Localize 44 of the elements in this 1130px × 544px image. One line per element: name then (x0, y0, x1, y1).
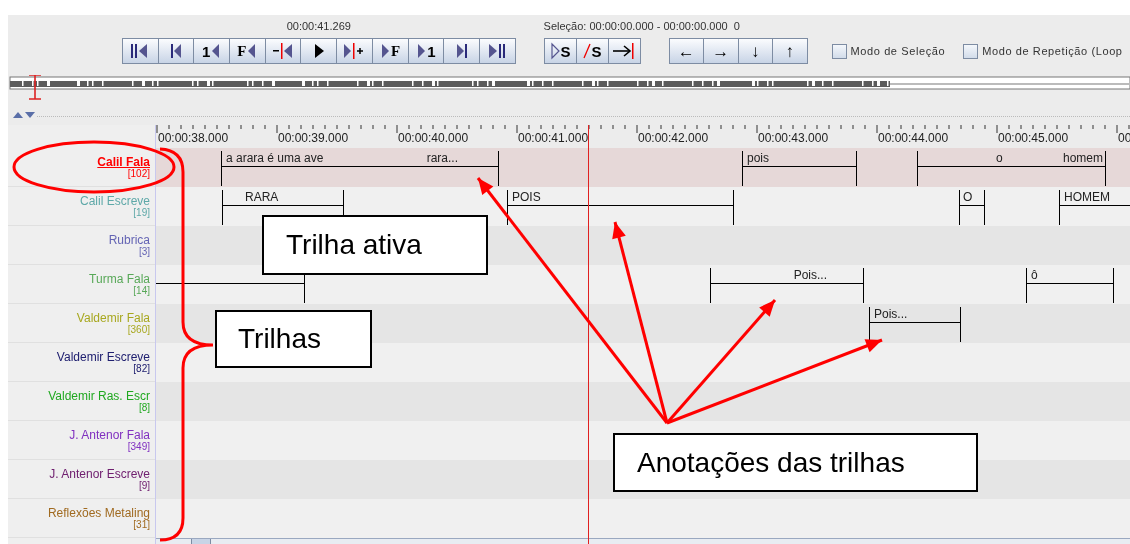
annotation-text: O (963, 190, 973, 204)
ruler-label: 00:00:45.000 (998, 131, 1069, 145)
annotation-count: [8] (138, 403, 150, 413)
annotation-count: [3] (138, 247, 150, 257)
annotation-text: POIS (512, 190, 541, 204)
button-label: F (391, 43, 401, 59)
ruler-label: 00:00:43.000 (758, 131, 829, 145)
annotation-text: rara... (426, 151, 458, 165)
annotation-count: [82] (133, 364, 150, 374)
annotation-text: RARA (245, 190, 279, 204)
ruler-label: 00:00:40.000 (398, 131, 469, 145)
annotation-text: ô (1031, 268, 1038, 282)
button-label: S (560, 43, 571, 59)
annotation-count: [14] (133, 286, 150, 296)
checkbox-label: Modo de Repetição (Loop (982, 43, 1123, 59)
annotation-text: a arara é uma ave (226, 151, 324, 165)
ruler-label: 00 (1118, 131, 1130, 145)
ruler-label: 00:00:44.000 (878, 131, 949, 145)
button-label: 1 (427, 43, 436, 59)
annotation-count: [360] (127, 325, 150, 335)
callout-tooltip: Trilha ativa (262, 215, 488, 275)
annotation-count: [102] (127, 169, 150, 179)
ruler-label: 00:00:42.000 (638, 131, 709, 145)
annotation-count: [9] (138, 481, 150, 491)
checkbox-label: Modo de Seleção (850, 43, 946, 59)
annotation-count: [349] (127, 442, 150, 452)
selection-readout: Seleção: 00:00:00.000 - 00:00:00.000 0 (543, 19, 740, 33)
ruler-label: 00:00:41.000 (518, 131, 589, 145)
ruler-label: 00:00:39.000 (278, 131, 349, 145)
current-time: 00:00:41.269 (286, 19, 351, 33)
annotation-text: o (996, 151, 1003, 165)
annotation-count: [31] (133, 520, 150, 530)
callout-tooltip: Trilhas (215, 310, 372, 368)
annotation-count: [19] (133, 208, 150, 218)
callout-tooltip: Anotações das trilhas (613, 433, 978, 492)
button-label: S (591, 43, 602, 59)
annotation-text: homem (1063, 151, 1103, 165)
button-label: F (237, 43, 247, 59)
annotation-text: Pois... (874, 307, 908, 321)
ruler-label: 00:00:38.000 (158, 131, 229, 145)
annotation-text: HOMEM (1064, 190, 1110, 204)
annotation-text: Pois... (793, 268, 827, 282)
annotation-text: pois (747, 151, 769, 165)
button-label: 1 (202, 43, 211, 59)
